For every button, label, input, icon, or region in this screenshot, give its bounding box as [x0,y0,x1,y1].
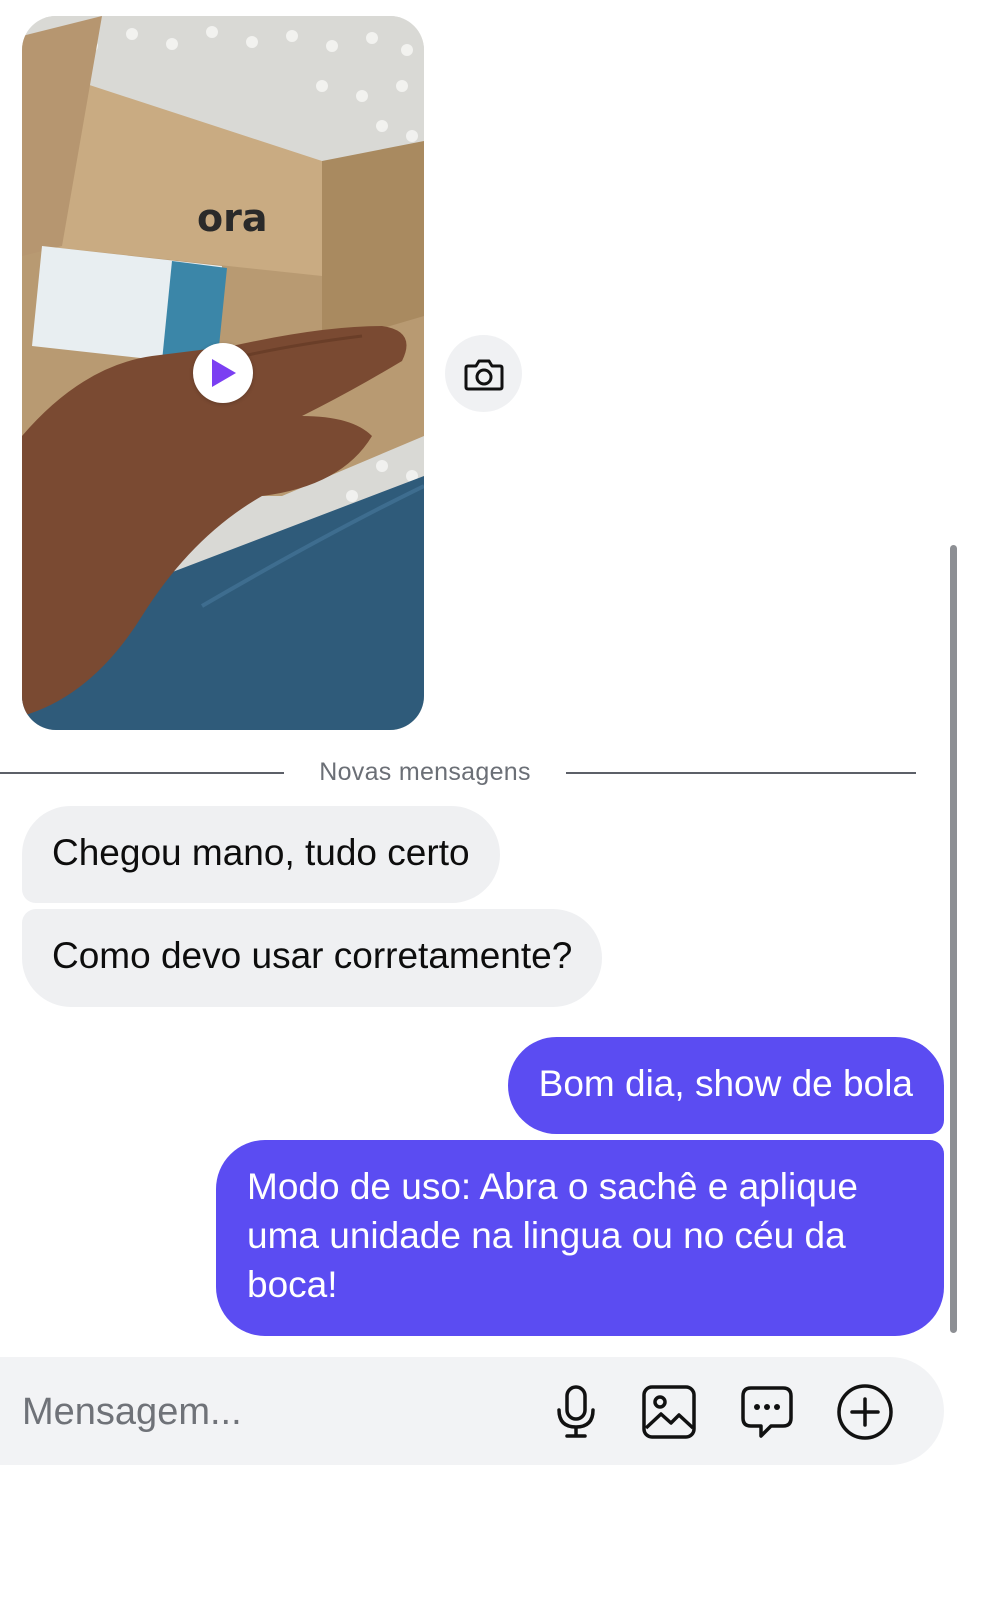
new-messages-divider: Novas mensagens [0,752,916,796]
incoming-message[interactable]: Como devo usar corretamente? [22,909,603,1007]
gallery-button[interactable] [640,1383,698,1441]
sticker-icon [741,1386,793,1438]
outgoing-message[interactable]: Modo de uso: Abra o sachê e aplique uma … [216,1140,944,1336]
microphone-button[interactable] [547,1383,605,1441]
image-icon [642,1385,696,1439]
video-message[interactable]: ora [22,16,424,730]
message-input[interactable]: Mensagem... [22,1387,522,1437]
plus-icon [837,1384,893,1440]
outgoing-message[interactable]: Bom dia, show de bola [507,1037,944,1134]
scrollbar[interactable] [950,545,957,1333]
camera-reply-button[interactable] [445,335,522,412]
message-composer: Mensagem... [0,1357,944,1465]
divider-line-right [566,772,916,774]
microphone-icon [557,1385,595,1438]
incoming-message[interactable]: Chegou mano, tudo certo [22,806,500,903]
divider-label: Novas mensagens [319,758,531,786]
svg-text:ora: ora [197,196,268,240]
divider-line-left [0,772,284,774]
play-button[interactable] [193,343,253,403]
camera-icon [464,359,503,390]
more-options-button[interactable] [836,1383,894,1441]
sticker-button[interactable] [738,1383,796,1441]
play-icon [212,359,236,387]
